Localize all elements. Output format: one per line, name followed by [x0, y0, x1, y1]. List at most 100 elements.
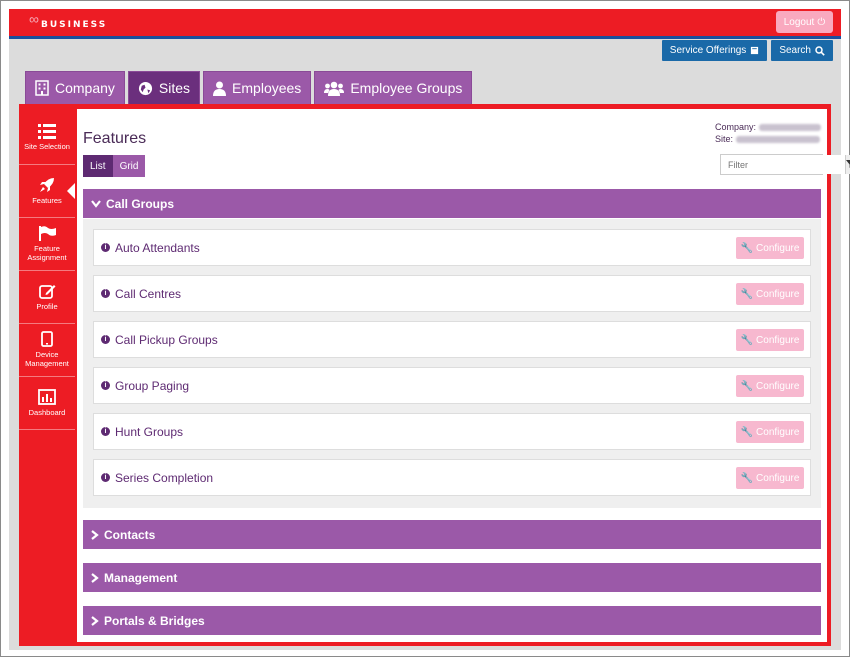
section-management[interactable]: Management: [83, 563, 821, 592]
main-tabs: Company Sites Employees Employee Groups: [25, 71, 473, 104]
sidebar-item-dashboard[interactable]: Dashboard: [19, 377, 75, 430]
tab-employee-groups-label: Employee Groups: [350, 80, 463, 96]
section-label: Call Groups: [106, 196, 175, 211]
company-info: Company:: [715, 121, 821, 133]
section-call-groups[interactable]: Call Groups: [83, 189, 821, 218]
header-actions: Service Offerings Search: [661, 40, 833, 61]
configure-button[interactable]: 🔧 Configure: [736, 421, 804, 443]
list-item-call-pickup-groups: i Call Pickup Groups 🔧 Configure: [93, 321, 811, 358]
logout-label: Logout: [783, 16, 815, 28]
sidebar-item-label: Features: [32, 195, 62, 205]
search-label: Search: [779, 45, 811, 56]
sidebar-item-label: Device Management: [25, 350, 69, 368]
section-label: Portals & Bridges: [104, 613, 205, 628]
info-icon[interactable]: i: [101, 335, 110, 344]
site-value-redacted: [735, 135, 820, 143]
list-item-series-completion: i Series Completion 🔧 Configure: [93, 459, 811, 496]
sidebar: Site Selection Features Feature Assignme…: [19, 112, 75, 430]
search-button[interactable]: Search: [771, 40, 833, 61]
view-toggle: List Grid: [83, 155, 146, 177]
site-info: Site:: [715, 133, 821, 145]
configure-label: Configure: [756, 426, 800, 438]
info-icon[interactable]: i: [101, 427, 110, 436]
configure-button[interactable]: 🔧 Configure: [736, 329, 804, 351]
sidebar-item-label: Feature Assignment: [27, 243, 67, 262]
wrench-icon: 🔧: [740, 472, 754, 484]
company-label: Company:: [714, 122, 756, 132]
wrench-icon: 🔧: [740, 426, 754, 438]
view-grid-button[interactable]: Grid: [112, 155, 146, 177]
funnel-icon: [846, 160, 850, 168]
app: ∞ BUSINESS Logout ⏻ Service Offerings Se…: [9, 9, 850, 650]
call-groups-list: i Auto Attendants 🔧 Configure i Call Cent…: [83, 219, 821, 508]
context-info: Company: Site:: [715, 121, 821, 145]
search-icon: [815, 45, 825, 56]
list-item-group-paging: i Group Paging 🔧 Configure: [93, 367, 811, 404]
bar-chart-icon: [38, 388, 56, 405]
configure-button[interactable]: 🔧 Configure: [736, 237, 804, 259]
sidebar-item-device-management[interactable]: Device Management: [19, 324, 75, 377]
sidebar-item-label: Profile: [36, 301, 58, 311]
logout-button[interactable]: Logout ⏻: [776, 11, 833, 33]
sidebar-item-feature-assignment[interactable]: Feature Assignment: [19, 218, 75, 271]
sidebar-item-label: Site Selection: [24, 142, 70, 152]
tab-employee-groups[interactable]: Employee Groups: [314, 71, 473, 104]
flag-icon: [38, 225, 56, 241]
configure-label: Configure: [756, 242, 800, 254]
info-icon[interactable]: i: [101, 289, 110, 298]
globe-icon: [138, 81, 152, 95]
main-container: Site Selection Features Feature Assignme…: [19, 104, 850, 646]
sidebar-item-features[interactable]: Features: [19, 165, 75, 218]
service-offerings-button[interactable]: Service Offerings: [661, 40, 768, 61]
configure-label: Configure: [756, 288, 800, 300]
info-icon[interactable]: i: [101, 381, 110, 390]
tab-company-label: Company: [55, 80, 115, 96]
info-icon[interactable]: i: [101, 473, 110, 482]
sidebar-item-label: Dashboard: [28, 407, 66, 417]
configure-label: Configure: [756, 380, 800, 392]
configure-label: Configure: [756, 472, 800, 484]
sidebar-item-site-selection[interactable]: Site Selection: [19, 112, 75, 165]
configure-button[interactable]: 🔧 Configure: [736, 283, 804, 305]
rocket-icon: [40, 177, 54, 192]
configure-button[interactable]: 🔧 Configure: [736, 467, 804, 489]
filter-input[interactable]: [721, 155, 845, 174]
section-portals-bridges[interactable]: Portals & Bridges: [83, 606, 821, 635]
configure-label: Configure: [756, 334, 800, 346]
company-value-redacted: [759, 123, 821, 131]
window-frame: ∞ BUSINESS Logout ⏻ Service Offerings Se…: [0, 0, 850, 657]
info-icon[interactable]: i: [101, 243, 110, 252]
view-list-button[interactable]: List: [83, 155, 113, 177]
list-item-auto-attendants: i Auto Attendants 🔧 Configure: [93, 229, 811, 266]
site-label: Site:: [714, 134, 733, 144]
service-offerings-label: Service Offerings: [669, 45, 747, 56]
users-icon: [324, 81, 345, 96]
section-label: Contacts: [104, 527, 156, 542]
filter-button[interactable]: [845, 155, 850, 174]
building-icon: [35, 80, 49, 96]
feature-label: Call Pickup Groups: [115, 332, 218, 347]
sidebar-item-profile[interactable]: Profile: [19, 271, 75, 324]
wrench-icon: 🔧: [740, 288, 754, 300]
chevron-down-icon: [91, 199, 101, 208]
tab-employees-label: Employees: [232, 80, 302, 96]
chevron-right-icon: [91, 529, 99, 540]
section-label: Management: [104, 570, 178, 585]
tab-employees[interactable]: Employees: [203, 71, 312, 104]
wrench-icon: 🔧: [740, 380, 754, 392]
user-icon: [213, 81, 227, 96]
top-bar: ∞ BUSINESS Logout ⏻: [9, 9, 841, 39]
feature-label: Group Paging: [115, 378, 190, 393]
configure-button[interactable]: 🔧 Configure: [736, 375, 804, 397]
list-icon: [38, 124, 56, 140]
list-item-call-centres: i Call Centres 🔧 Configure: [93, 275, 811, 312]
power-icon: ⏻: [817, 16, 826, 28]
logo-mark-icon: ∞: [29, 11, 39, 27]
tab-sites[interactable]: Sites: [127, 71, 201, 104]
tab-company[interactable]: Company: [25, 71, 125, 104]
feature-label: Call Centres: [115, 286, 182, 301]
section-contacts[interactable]: Contacts: [83, 520, 821, 549]
brand-name: BUSINESS: [41, 20, 108, 30]
book-icon: [751, 46, 759, 55]
edit-icon: [38, 284, 55, 299]
